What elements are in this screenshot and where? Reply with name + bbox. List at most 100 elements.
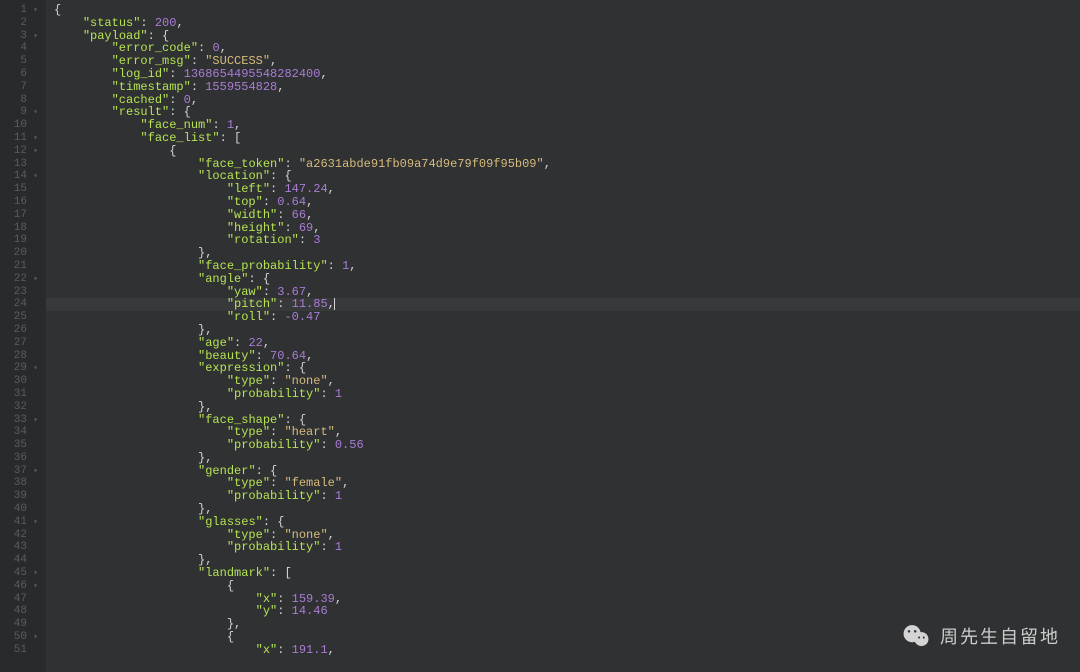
fold-toggle-line-22[interactable]: 22 <box>0 273 40 286</box>
code-line[interactable]: "type": "none", <box>46 375 1080 388</box>
code-line[interactable]: "status": 200, <box>46 17 1080 30</box>
token-n: 3.67 <box>277 285 306 299</box>
fold-toggle-line-33[interactable]: 33 <box>0 414 40 427</box>
token-p: , <box>277 80 284 94</box>
token-k: "x" <box>256 643 278 657</box>
fold-toggle-line-1[interactable]: 1 <box>0 4 40 17</box>
token-p: , <box>328 643 335 657</box>
token-p: : <box>328 259 342 273</box>
token-k: "probability" <box>227 489 321 503</box>
line-number: 36 <box>0 452 40 465</box>
token-p: { <box>169 144 176 158</box>
token-p: , <box>544 157 551 171</box>
token-n: 0.56 <box>335 438 364 452</box>
token-p: , <box>306 349 313 363</box>
code-editor[interactable]: 1234567891011121314151617181920212223242… <box>0 0 1080 672</box>
line-number: 31 <box>0 388 40 401</box>
token-s: "a2631abde91fb09a74d9e79f09f95b09" <box>299 157 544 171</box>
fold-toggle-line-41[interactable]: 41 <box>0 516 40 529</box>
line-number: 28 <box>0 350 40 363</box>
text-cursor <box>334 298 335 310</box>
token-n: 191.1 <box>292 643 328 657</box>
line-number: 44 <box>0 554 40 567</box>
code-line[interactable]: "glasses": { <box>46 516 1080 529</box>
code-line[interactable]: "x": 191.1, <box>46 644 1080 657</box>
line-number: 13 <box>0 158 40 171</box>
token-p: : <box>320 438 334 452</box>
token-k: "face_list" <box>140 131 219 145</box>
line-number: 20 <box>0 247 40 260</box>
line-number: 35 <box>0 439 40 452</box>
token-k: "y" <box>256 604 278 618</box>
token-p: , <box>342 476 349 490</box>
token-p: , <box>349 259 356 273</box>
token-p: : [ <box>270 566 292 580</box>
fold-toggle-line-3[interactable]: 3 <box>0 30 40 43</box>
code-line[interactable]: { <box>46 4 1080 17</box>
line-number: 30 <box>0 375 40 388</box>
line-number: 16 <box>0 196 40 209</box>
token-p: : <box>320 540 334 554</box>
token-p: : <box>263 285 277 299</box>
fold-toggle-line-12[interactable]: 12 <box>0 145 40 158</box>
line-number: 39 <box>0 490 40 503</box>
fold-toggle-line-29[interactable]: 29 <box>0 362 40 375</box>
fold-toggle-line-14[interactable]: 14 <box>0 170 40 183</box>
code-line[interactable]: "yaw": 3.67, <box>46 286 1080 299</box>
token-n: 14.46 <box>292 604 328 618</box>
line-number: 25 <box>0 311 40 324</box>
line-number: 15 <box>0 183 40 196</box>
token-p: : <box>277 643 291 657</box>
line-number: 38 <box>0 477 40 490</box>
token-p: { <box>54 3 61 17</box>
line-number: 7 <box>0 81 40 94</box>
line-number: 24 <box>0 298 40 311</box>
code-line[interactable]: "landmark": [ <box>46 567 1080 580</box>
token-n: 1 <box>335 387 342 401</box>
token-p: , <box>320 67 327 81</box>
fold-toggle-line-46[interactable]: 46 <box>0 580 40 593</box>
token-k: "probability" <box>227 387 321 401</box>
code-line[interactable]: "angle": { <box>46 273 1080 286</box>
line-number: 18 <box>0 222 40 235</box>
fold-toggle-line-11[interactable]: 11 <box>0 132 40 145</box>
token-n: 1 <box>335 540 342 554</box>
line-number-gutter[interactable]: 1234567891011121314151617181920212223242… <box>0 0 46 672</box>
token-k: "yaw" <box>227 285 263 299</box>
code-line[interactable]: "top": 0.64, <box>46 196 1080 209</box>
fold-toggle-line-9[interactable]: 9 <box>0 106 40 119</box>
token-p: { <box>227 579 234 593</box>
code-line[interactable]: "face_list": [ <box>46 132 1080 145</box>
code-line[interactable]: "timestamp": 1559554828, <box>46 81 1080 94</box>
line-number: 10 <box>0 119 40 132</box>
token-p: : <box>270 310 284 324</box>
token-n: 1 <box>335 489 342 503</box>
code-line[interactable]: "cached": 0, <box>46 94 1080 107</box>
token-p: : <box>320 387 334 401</box>
token-p: : <box>277 604 291 618</box>
line-number: 2 <box>0 17 40 30</box>
fold-toggle-line-50[interactable]: 50 <box>0 631 40 644</box>
fold-toggle-line-37[interactable]: 37 <box>0 465 40 478</box>
fold-toggle-line-45[interactable]: 45 <box>0 567 40 580</box>
code-line[interactable]: { <box>46 631 1080 644</box>
line-number: 49 <box>0 618 40 631</box>
token-n: 1559554828 <box>205 80 277 94</box>
token-p: , <box>306 285 313 299</box>
token-p: , <box>328 182 335 196</box>
token-k: "probability" <box>227 438 321 452</box>
code-line[interactable]: { <box>46 580 1080 593</box>
line-number: 34 <box>0 426 40 439</box>
code-line[interactable]: "width": 66, <box>46 209 1080 222</box>
line-number: 23 <box>0 286 40 299</box>
line-number: 19 <box>0 234 40 247</box>
line-number: 26 <box>0 324 40 337</box>
token-n: -0.47 <box>284 310 320 324</box>
token-n: 3 <box>313 233 320 247</box>
token-k: "roll" <box>227 310 270 324</box>
line-number: 47 <box>0 593 40 606</box>
code-area[interactable]: { "status": 200, "payload": { "error_cod… <box>46 0 1080 672</box>
line-number: 48 <box>0 605 40 618</box>
token-p: : <box>299 233 313 247</box>
token-p: , <box>176 16 183 30</box>
